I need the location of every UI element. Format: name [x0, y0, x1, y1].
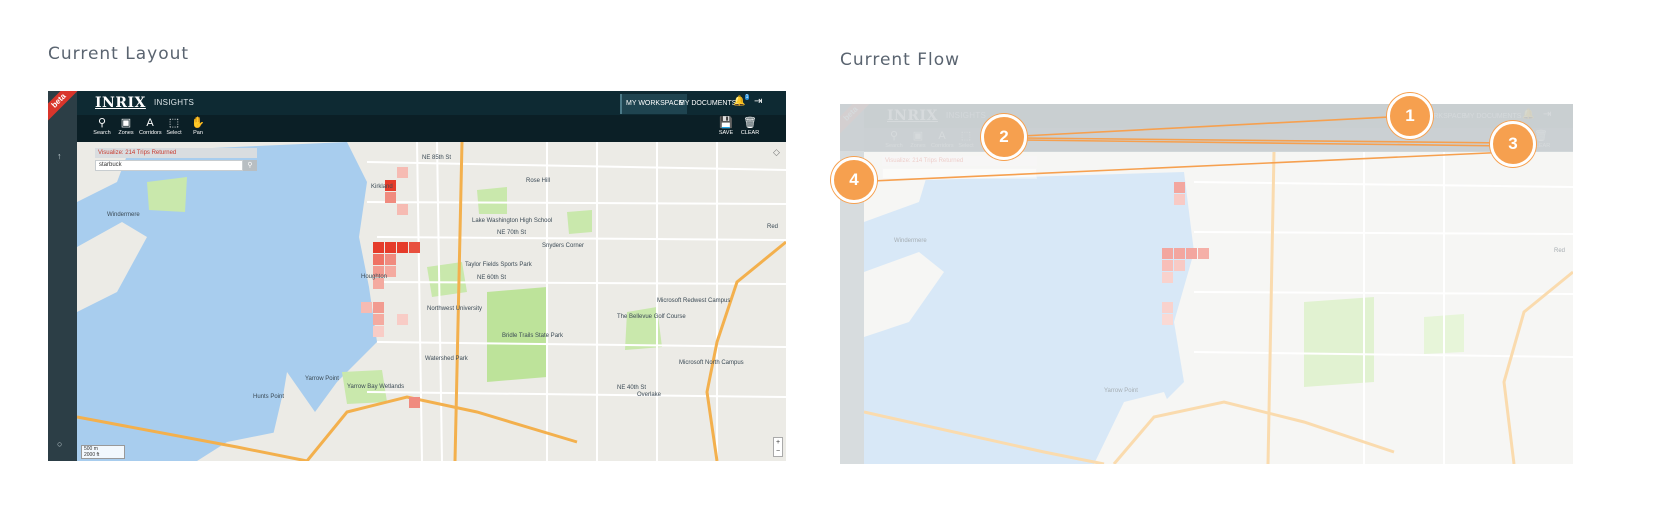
notification-badge: 1 — [744, 94, 750, 100]
pan-tool[interactable]: ✋ Pan — [187, 117, 209, 137]
flow-step-2-marker: 2 — [981, 114, 1027, 160]
label-ne-60th: NE 60th St — [477, 275, 506, 281]
zoom-controls[interactable]: + − — [773, 437, 783, 457]
label-snyders-corner: Snyders Corner — [542, 243, 584, 249]
search-input[interactable] — [882, 168, 1037, 179]
map-view[interactable]: Windermere Yarrow Point Red — [864, 152, 1573, 464]
label-bridle-trails: Bridle Trails State Park — [502, 333, 564, 339]
label-taylor-fields: Taylor Fields Sports Park — [465, 262, 533, 268]
select-tool[interactable]: ⬚ Select — [955, 130, 977, 150]
search-panel: Visualize: 214 Trips Returned starbuck ⚲ — [95, 148, 257, 171]
tab-my-documents[interactable]: MY DOCUMENTS — [675, 94, 740, 114]
label-lake-washington-hs: Lake Washington High School — [472, 218, 552, 224]
zones-tool[interactable]: ▣ Zones — [907, 130, 929, 150]
search-tool[interactable]: ⚲ Search — [91, 117, 113, 137]
select-tool[interactable]: ⬚ Select — [163, 117, 185, 137]
corridors-icon: A — [938, 130, 946, 142]
zones-tool[interactable]: ▣ Zones — [115, 117, 137, 137]
tool-bar: ⚲ Search ▣ Zones A Corridors ⬚ Select ✋ … — [48, 115, 786, 142]
logout-icon[interactable]: ⇥ — [754, 96, 762, 107]
flow-screenshot: INRIX INSIGHTS MY WORKSPACE MY DOCUMENTS… — [840, 104, 1573, 464]
map-view[interactable]: Kirkland Houghton Yarrow Point Hunts Poi… — [77, 142, 786, 461]
layers-icon[interactable]: ◇ — [773, 147, 783, 157]
product-name: INSIGHTS — [154, 98, 195, 107]
current-layout-title: Current Layout — [48, 44, 190, 64]
map-canvas: Kirkland Houghton Yarrow Point Hunts Poi… — [77, 142, 786, 461]
search-tool[interactable]: ⚲ Search — [883, 130, 905, 150]
search-panel: Visualize: 214 Trips Returned — [882, 156, 1037, 179]
search-icon: ⚲ — [97, 117, 107, 129]
visualize-status: Visualize: 214 Trips Returned — [95, 148, 257, 158]
label-rose-hill: Rose Hill — [526, 178, 550, 184]
label-microsoft-north: Microsoft North Campus — [679, 360, 744, 366]
inrix-logo: INRIX — [95, 95, 146, 111]
flow-step-1-marker: 1 — [1387, 93, 1433, 139]
label-ne-70th: NE 70th St — [497, 230, 526, 236]
flow-step-4-marker: 4 — [831, 157, 877, 203]
map-scale: 500 m 2000 ft — [81, 445, 125, 459]
corridors-tool[interactable]: A Corridors — [931, 130, 954, 150]
save-icon: 💾 — [719, 117, 733, 129]
tool-bar: ⚲ Search ▣ Zones A Corridors ⬚ Select 🗑 … — [840, 128, 1573, 152]
search-submit-icon[interactable]: ⚲ — [243, 160, 257, 171]
clear-button[interactable]: 🗑 CLEAR — [739, 117, 761, 137]
chat-icon[interactable]: ○ — [57, 439, 62, 449]
pin-icon[interactable]: ↑ — [57, 151, 62, 161]
select-icon: ⬚ — [168, 117, 180, 129]
map-canvas: Windermere Yarrow Point Red — [864, 152, 1573, 464]
flow-step-3-marker: 3 — [1490, 121, 1536, 167]
label-redmond: Red — [1554, 248, 1565, 254]
label-yarrow-point: Yarrow Point — [305, 376, 339, 382]
trash-icon: 🗑 — [743, 117, 757, 129]
search-icon: ⚲ — [889, 130, 899, 142]
label-overlake: Overlake — [637, 392, 662, 398]
label-redmond: Red — [767, 224, 778, 230]
zones-icon: ▣ — [912, 130, 924, 142]
inrix-logo: INRIX — [887, 108, 938, 124]
zoom-in-icon[interactable]: + — [774, 438, 782, 447]
label-houghton: Houghton — [361, 274, 387, 280]
label-windermere: Windermere — [107, 212, 140, 218]
label-hunts-point: Hunts Point — [253, 394, 284, 400]
label-yarrow-point: Yarrow Point — [1104, 388, 1138, 394]
label-windermere: Windermere — [894, 238, 927, 244]
zoom-out-icon[interactable]: − — [774, 447, 782, 456]
label-watershed-park: Watershed Park — [425, 356, 469, 362]
select-icon: ⬚ — [960, 130, 972, 142]
corridors-icon: A — [146, 117, 154, 129]
label-yarrow-bay-wetlands: Yarrow Bay Wetlands — [347, 384, 404, 390]
label-ne-40th: NE 40th St — [617, 385, 646, 391]
beta-ribbon: beta — [48, 91, 80, 122]
left-sidebar: beta ↑ ○ — [48, 91, 80, 461]
corridors-tool[interactable]: A Corridors — [139, 117, 162, 137]
logout-icon[interactable]: ⇥ — [1543, 109, 1551, 120]
notification-bell-icon[interactable]: 🔔 1 — [733, 94, 750, 107]
product-name: INSIGHTS — [946, 111, 987, 120]
label-kirkland: Kirkland — [371, 184, 393, 190]
layout-screenshot: INRIX INSIGHTS MY WORKSPACE MY DOCUMENTS… — [48, 91, 786, 461]
zones-icon: ▣ — [120, 117, 132, 129]
label-bellevue-golf: The Bellevue Golf Course — [617, 314, 686, 320]
label-ne-85th: NE 85th St — [422, 155, 451, 161]
label-microsoft-redwest: Microsoft Redwest Campus — [657, 298, 730, 304]
current-flow-title: Current Flow — [840, 50, 961, 70]
pan-icon: ✋ — [191, 117, 205, 129]
search-input[interactable]: starbuck — [95, 160, 243, 171]
label-northwest-university: Northwest University — [427, 306, 482, 312]
app-header: INRIX INSIGHTS MY WORKSPACE MY DOCUMENTS… — [48, 91, 786, 115]
save-button[interactable]: 💾 SAVE — [715, 117, 737, 137]
app-header-faded: INRIX INSIGHTS MY WORKSPACE MY DOCUMENTS… — [840, 104, 1573, 128]
notification-bell-icon[interactable]: 🔔 — [1522, 109, 1534, 120]
